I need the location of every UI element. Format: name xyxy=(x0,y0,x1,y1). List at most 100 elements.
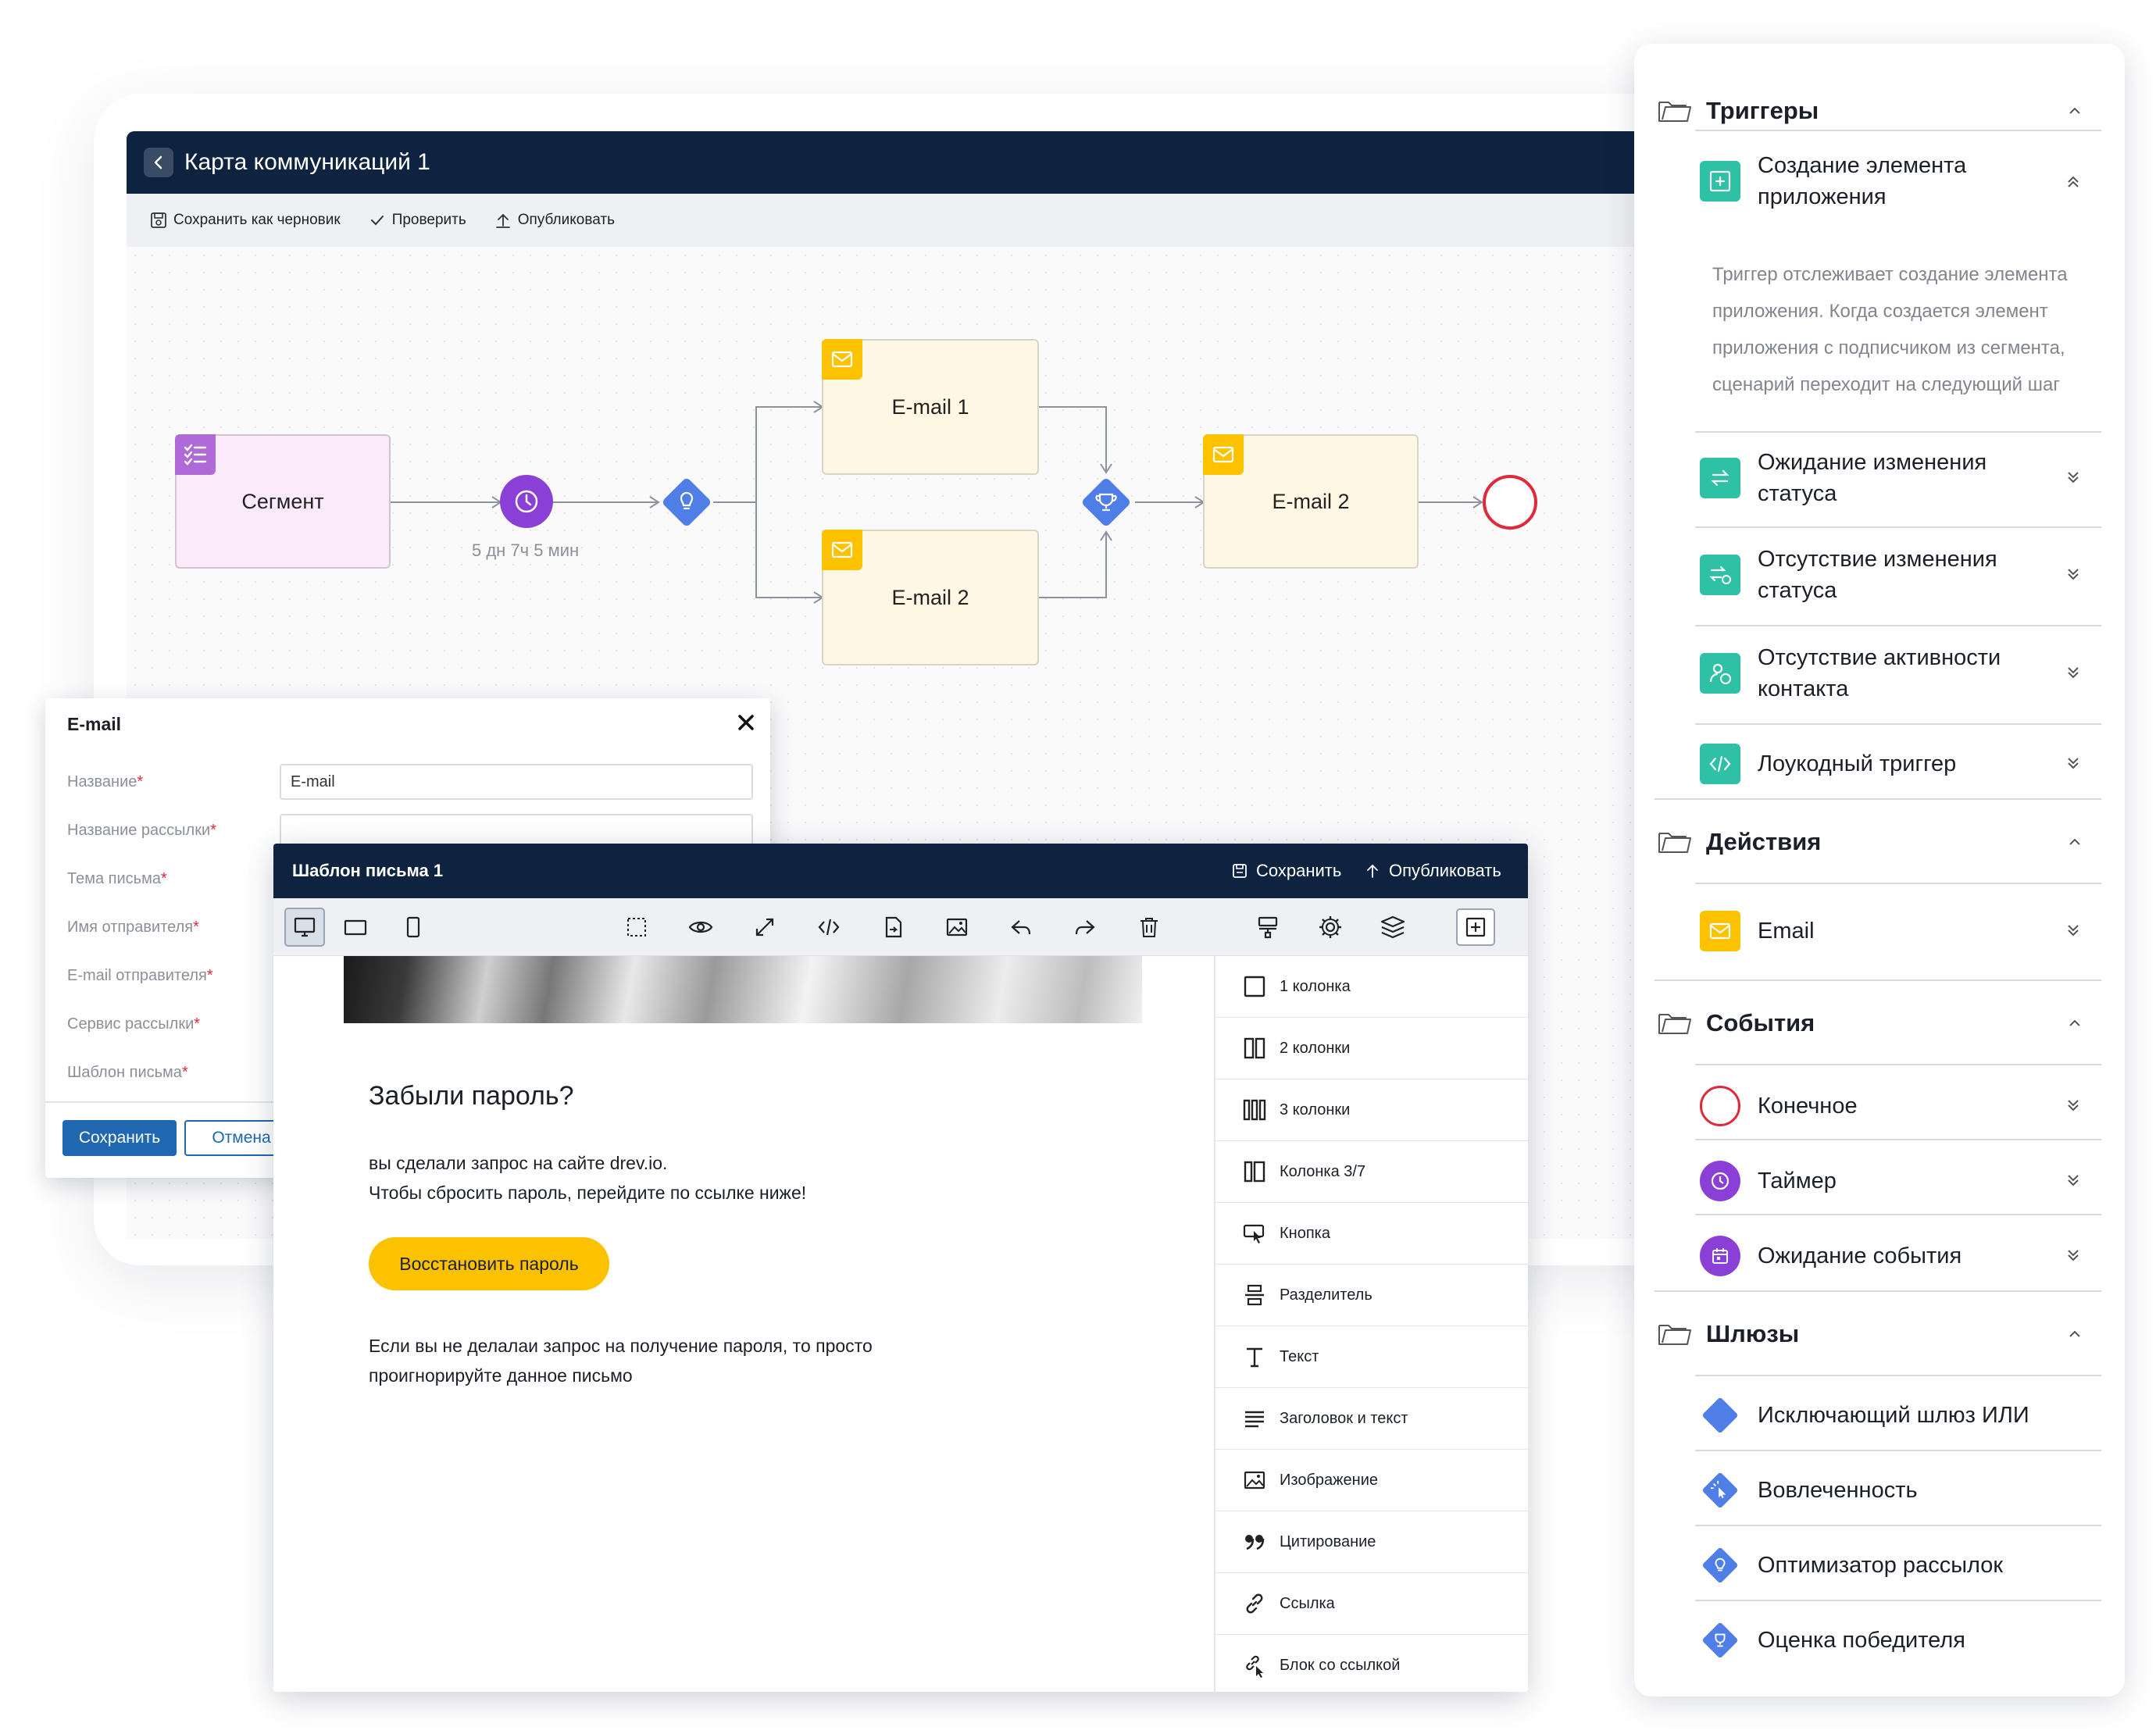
trigger-status-wait-label: Ожидание изменения статуса xyxy=(1758,450,1987,506)
email-text-line-2[interactable]: Чтобы сбросить пароль, перейдите по ссыл… xyxy=(369,1183,806,1204)
chevron-double-down-icon[interactable] xyxy=(2064,664,2083,683)
chevron-double-down-icon[interactable] xyxy=(2064,566,2083,584)
text-icon xyxy=(1247,1347,1262,1368)
fullscreen-button[interactable] xyxy=(750,912,780,942)
email-node-2[interactable]: E-mail 2 xyxy=(822,530,1039,665)
divider xyxy=(1695,1375,2101,1376)
block-column-3-7[interactable]: Колонка 3/7 xyxy=(1215,1141,1528,1203)
block-text[interactable]: Текст xyxy=(1215,1326,1528,1388)
mobile-view-button[interactable] xyxy=(398,912,428,942)
select-area-button[interactable] xyxy=(622,912,651,942)
chevron-up-icon[interactable] xyxy=(2065,102,2084,120)
gateway-engagement-item[interactable]: Вовлеченность xyxy=(1700,1467,2097,1514)
segment-node[interactable]: Сегмент xyxy=(175,434,391,569)
event-timer-item[interactable]: Таймер xyxy=(1700,1158,2097,1204)
undo-button[interactable] xyxy=(1006,912,1036,942)
settings-button[interactable] xyxy=(1315,912,1345,942)
chevron-double-down-icon[interactable] xyxy=(2064,1247,2083,1265)
block-two-columns-label: 2 колонки xyxy=(1280,1039,1351,1057)
redo-button[interactable] xyxy=(1070,912,1100,942)
block-quote[interactable]: Цитирование xyxy=(1215,1511,1528,1573)
chevron-up-icon[interactable] xyxy=(2065,1014,2084,1033)
chevron-double-down-icon[interactable] xyxy=(2064,1097,2083,1115)
block-heading-text[interactable]: Заголовок и текст xyxy=(1215,1388,1528,1450)
email-footer-text[interactable]: Если вы не делалаи запрос на получение п… xyxy=(369,1331,931,1390)
chevron-double-up-icon[interactable] xyxy=(2064,172,2083,191)
gateway-engagement-label: Вовлеченность xyxy=(1758,1478,1918,1503)
email-node-1[interactable]: E-mail 1 xyxy=(822,339,1039,475)
email-node-2-label: E-mail 2 xyxy=(891,585,969,609)
desktop-view-button[interactable] xyxy=(284,908,325,947)
event-wait-item[interactable]: Ожидание события xyxy=(1700,1233,2097,1279)
email-text-line-1[interactable]: вы сделали запрос на сайте drev.io. xyxy=(369,1153,667,1174)
mobile-icon xyxy=(406,916,420,938)
chevron-up-icon[interactable] xyxy=(2065,1325,2084,1343)
block-button-label: Кнопка xyxy=(1280,1224,1330,1242)
gateway-winner-label: Оценка победителя xyxy=(1758,1628,1965,1653)
gateway-xor-item[interactable]: Исключающий шлюз ИЛИ xyxy=(1700,1392,2097,1439)
email-node-3[interactable]: E-mail 2 xyxy=(1203,434,1419,569)
image-button[interactable] xyxy=(942,912,972,942)
email-heading[interactable]: Забыли пароль? xyxy=(369,1081,574,1111)
block-divider[interactable]: Разделитель xyxy=(1215,1265,1528,1326)
folder-icon xyxy=(1658,833,1691,853)
gateway-optimizer-item[interactable]: Оптимизатор рассылок xyxy=(1700,1542,2097,1589)
action-email-item[interactable]: Email xyxy=(1700,908,2097,954)
winner-gateway-node[interactable] xyxy=(1077,473,1135,531)
chevron-up-icon[interactable] xyxy=(2065,833,2084,851)
name-input[interactable] xyxy=(280,764,753,800)
trigger-no-status-item[interactable]: Отсутствие изменения статуса xyxy=(1700,544,2097,606)
trigger-lowcode-item[interactable]: Лоукодный триггер xyxy=(1700,740,2097,787)
dialog-title: E-mail xyxy=(67,714,122,734)
preview-button[interactable] xyxy=(686,912,716,942)
section-triggers[interactable]: Триггеры xyxy=(1658,87,2101,134)
trigger-status-wait-item[interactable]: Ожидание изменения статуса xyxy=(1700,447,2097,509)
end-event-node[interactable] xyxy=(1483,475,1537,530)
trigger-create-item[interactable]: Создание элемента приложения xyxy=(1700,150,2097,212)
export-button[interactable] xyxy=(878,912,908,942)
sender-email-label: E-mail отправителя* xyxy=(67,967,213,984)
event-wait-badge xyxy=(1700,1236,1740,1276)
block-three-columns[interactable]: 3 колонки xyxy=(1215,1079,1528,1141)
trigger-no-activity-item[interactable]: Отсутствие активности контакта xyxy=(1700,642,2097,705)
chevron-double-down-icon[interactable] xyxy=(2064,1172,2083,1190)
template-save-button[interactable]: Сохранить xyxy=(1231,861,1341,881)
close-icon[interactable] xyxy=(734,711,758,734)
block-link[interactable]: Ссылка xyxy=(1215,1573,1528,1635)
restore-password-button[interactable]: Восстановить пароль xyxy=(369,1237,609,1290)
section-gateways-title: Шлюзы xyxy=(1706,1320,1800,1347)
tablet-view-button[interactable] xyxy=(341,912,370,942)
block-one-column[interactable]: 1 колонка xyxy=(1215,956,1528,1018)
timer-node[interactable] xyxy=(500,475,553,528)
code-view-button[interactable] xyxy=(814,912,844,942)
block-image[interactable]: Изображение xyxy=(1215,1450,1528,1511)
code-icon xyxy=(1709,755,1731,772)
optimizer-gateway-node[interactable] xyxy=(658,473,716,531)
event-end-item[interactable]: Конечное xyxy=(1700,1083,2097,1129)
template-publish-button[interactable]: Опубликовать xyxy=(1364,861,1501,881)
block-button[interactable]: Кнопка xyxy=(1215,1203,1528,1265)
gateway-winner-item[interactable]: Оценка победителя xyxy=(1700,1617,2097,1664)
template-editor: Шаблон письма 1 Сохранить Опубликовать З… xyxy=(273,844,1528,1692)
block-link-block[interactable]: Блок со ссылкой xyxy=(1215,1635,1528,1697)
email-hero-image[interactable] xyxy=(344,956,1142,1023)
chevron-double-down-icon[interactable] xyxy=(2064,755,2083,773)
section-actions[interactable]: Действия xyxy=(1658,819,2101,865)
divider xyxy=(1695,625,2101,626)
code-icon xyxy=(818,919,840,936)
divider xyxy=(1695,526,2101,528)
layers-button[interactable] xyxy=(1378,912,1408,942)
block-divider-label: Разделитель xyxy=(1280,1286,1372,1304)
delete-button[interactable] xyxy=(1134,912,1164,942)
divider xyxy=(1654,979,2101,981)
chevron-double-down-icon[interactable] xyxy=(2064,469,2083,487)
style-button[interactable] xyxy=(1253,912,1283,942)
chevron-double-down-icon[interactable] xyxy=(2064,922,2083,940)
elements-panel: Триггеры Создание элемента приложения Тр… xyxy=(1634,44,2125,1697)
add-block-button[interactable] xyxy=(1456,908,1495,946)
section-gateways[interactable]: Шлюзы xyxy=(1658,1311,2101,1358)
dialog-save-button[interactable]: Сохранить xyxy=(62,1120,177,1156)
block-two-columns[interactable]: 2 колонки xyxy=(1215,1018,1528,1079)
block-link-label: Ссылка xyxy=(1280,1594,1335,1612)
section-events[interactable]: События xyxy=(1658,1000,2101,1047)
